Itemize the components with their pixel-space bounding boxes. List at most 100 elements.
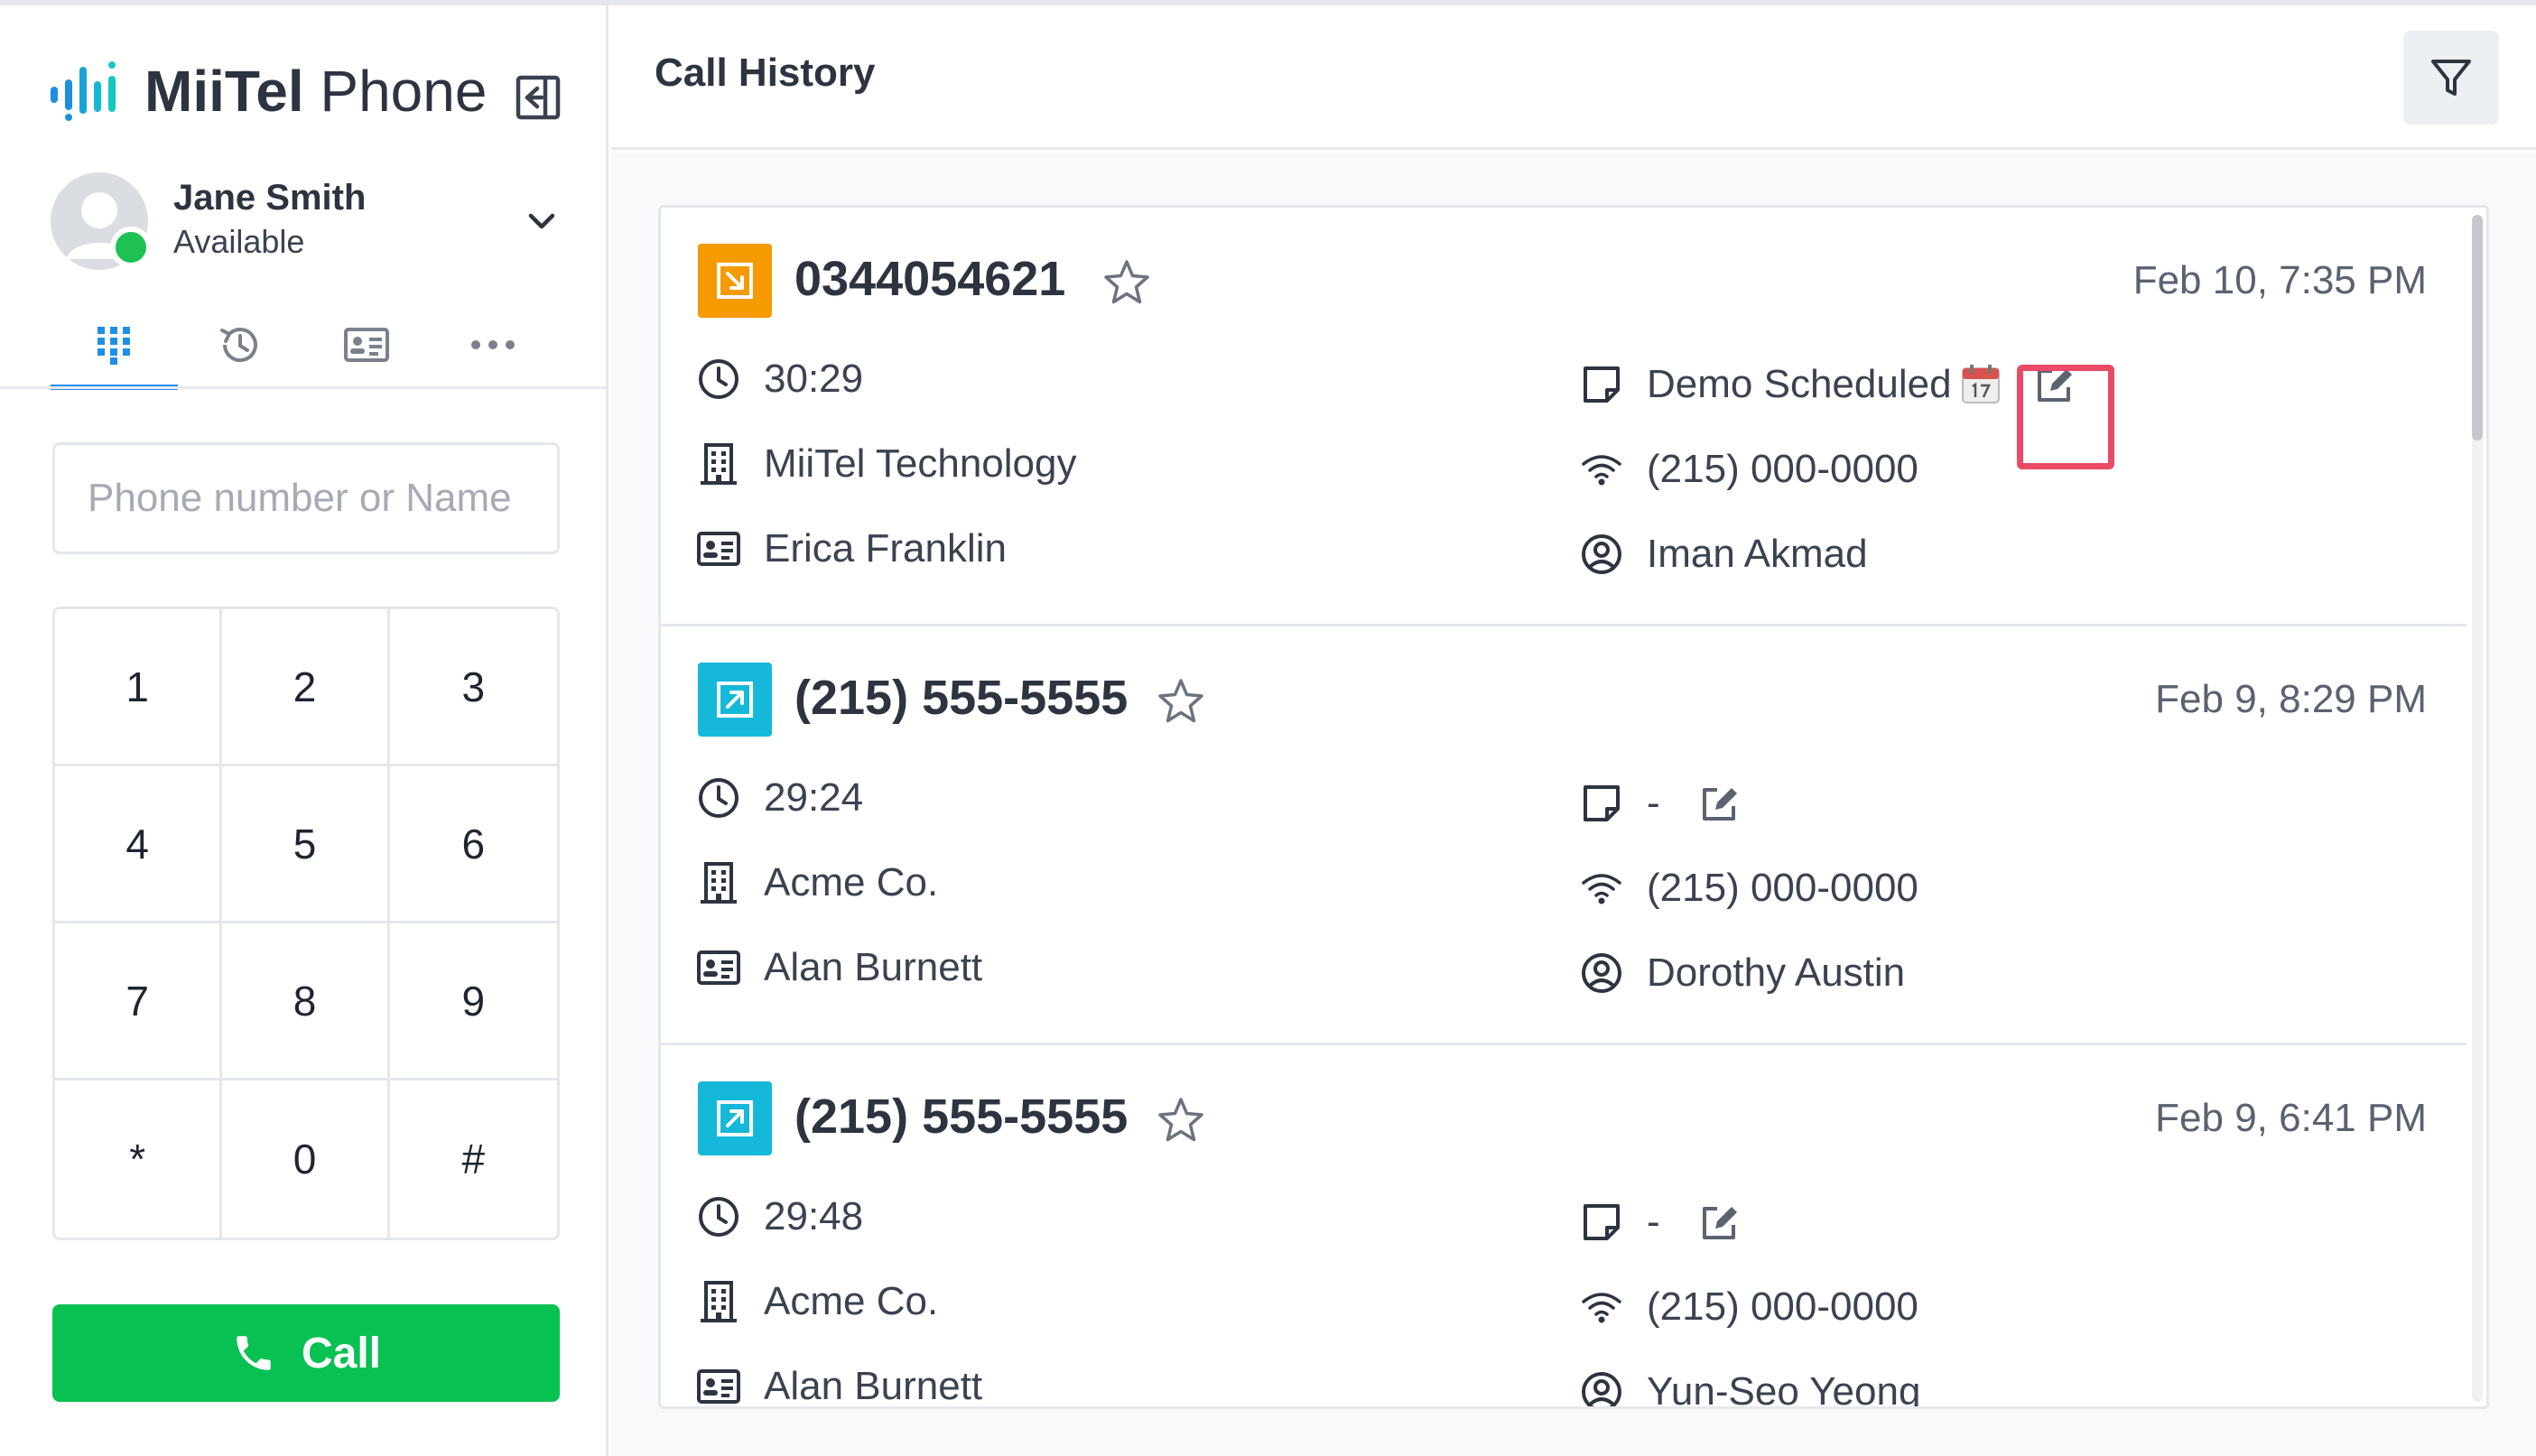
edit-memo-button[interactable] [1693,1195,1747,1249]
note-icon [1584,785,1620,821]
call-button-label: Call [301,1329,382,1377]
signal-icon [1582,874,1621,904]
building-icon [701,862,737,904]
tab-history[interactable] [177,301,303,388]
memo-field: - [1578,776,1747,830]
company-name: MiiTel Technology [764,441,1077,486]
phone-icon [237,1336,271,1370]
contact-card-icon [697,951,740,985]
phone-search-input[interactable] [52,442,560,554]
user-menu[interactable]: Jane Smith Available [51,171,574,270]
chevron-down-icon[interactable] [524,203,560,239]
call-number: (215) 555-5555 [794,1090,1129,1144]
key-8[interactable]: 8 [222,923,390,1080]
user-status: Available [173,223,305,260]
call-date: Feb 10, 7:35 PM [2132,258,2427,302]
call-history-item[interactable]: (215) 555-5555 Feb 9, 6:41 PM 29:48 Acme… [661,1045,2466,1409]
line-field: (215) 000-0000 [1578,861,1918,915]
filter-icon [2431,60,2471,96]
user-circle-icon [1582,534,1621,574]
contact-field: Erica Franklin [695,522,1007,576]
user-circle-icon [1582,1372,1621,1406]
tab-keypad[interactable] [51,301,177,388]
contact-card-icon [697,532,740,566]
edit-button-highlight [2017,365,2114,469]
key-9[interactable]: 9 [389,923,557,1080]
contact-field: Alan Burnett [695,1359,983,1408]
call-history-item[interactable]: (215) 555-5555 Feb 9, 8:29 PM 29:24 Acme… [661,626,2466,1045]
contact-field: Alan Burnett [695,941,982,995]
inbound-call-icon [698,1081,772,1155]
contact-name: Alan Burnett [764,945,983,989]
agent-name: Yun-Seo Yeong [1647,1369,1921,1409]
call-number: 0344054621 [794,252,1066,306]
agent-field: Dorothy Austin [1578,946,1905,1000]
line-field: (215) 000-0000 [1578,442,1918,496]
call-button[interactable]: Call [52,1304,560,1402]
key-star[interactable]: * [55,1080,223,1238]
line-field: (215) 000-0000 [1578,1280,1918,1334]
inbound-call-icon [698,663,772,737]
tab-contacts[interactable] [303,301,430,388]
contact-card-icon [344,328,389,362]
outbound-call-icon [698,244,772,318]
app-window: MiiTel Phone Jane Smith Available Phone … [0,0,2536,1456]
building-icon [701,443,737,485]
line-number: (215) 000-0000 [1647,1284,1918,1329]
key-5[interactable]: 5 [222,766,390,923]
key-7[interactable]: 7 [55,923,223,1080]
call-history-list[interactable]: 0344054621 Feb 10, 7:35 PM 30:29 MiiTel … [658,205,2489,1409]
duration-field: 29:24 [695,771,863,825]
filter-button[interactable] [2403,31,2499,125]
note-icon [1584,366,1620,403]
memo-field: - [1578,1195,1747,1249]
agent-field: Iman Akmad [1578,527,1868,581]
agent-field: Yun-Seo Yeong [1578,1365,1921,1409]
key-1[interactable]: 1 [55,609,223,766]
key-0[interactable]: 0 [222,1080,390,1238]
calendar-icon [1961,365,2000,403]
memo-field: Demo Scheduled [1578,357,2082,412]
note-icon [1584,1204,1620,1240]
line-number: (215) 000-0000 [1647,866,1918,910]
key-6[interactable]: 6 [389,766,557,923]
brand-name: MiiTel Phone [144,59,488,124]
tab-more[interactable] [430,301,556,388]
signal-icon [1582,455,1621,486]
edit-memo-button[interactable] [1693,776,1747,830]
signal-icon [1582,1293,1621,1323]
call-history-area: 0344054621 Feb 10, 7:35 PM 30:29 MiiTel … [611,153,2536,1456]
call-memo: - [1647,781,1660,825]
clock-icon [699,778,739,818]
call-duration: 29:24 [764,775,864,820]
call-duration: 29:48 [764,1194,864,1238]
star-icon[interactable] [1154,1094,1208,1148]
clock-icon [699,1197,739,1237]
more-icon [471,340,515,349]
sidebar: MiiTel Phone Jane Smith Available Phone … [0,5,608,1456]
key-hash[interactable]: # [389,1080,557,1238]
edit-icon [1702,788,1737,821]
key-2[interactable]: 2 [222,609,390,766]
history-icon [220,328,257,363]
page-title: Call History [655,51,876,95]
call-number: (215) 555-5555 [794,671,1129,725]
line-number: (215) 000-0000 [1647,447,1918,491]
user-name: Jane Smith [173,178,367,218]
call-history-item[interactable]: 0344054621 Feb 10, 7:35 PM 30:29 MiiTel … [661,208,2466,626]
company-field: MiiTel Technology [695,437,1076,491]
duration-field: 30:29 [695,352,863,406]
star-icon[interactable] [1100,256,1154,311]
scrollbar[interactable] [2472,215,2483,1402]
key-3[interactable]: 3 [389,609,557,766]
clock-icon [699,359,739,399]
contact-name: Erica Franklin [764,526,1007,570]
duration-field: 29:48 [695,1190,863,1244]
company-field: Acme Co. [695,1275,938,1329]
call-date: Feb 9, 6:41 PM [2155,1096,2427,1140]
key-4[interactable]: 4 [55,766,223,923]
contact-name: Alan Burnett [764,1364,983,1408]
scrollbar-thumb[interactable] [2472,215,2483,441]
collapse-sidebar-icon[interactable] [515,74,562,121]
star-icon[interactable] [1154,675,1208,729]
